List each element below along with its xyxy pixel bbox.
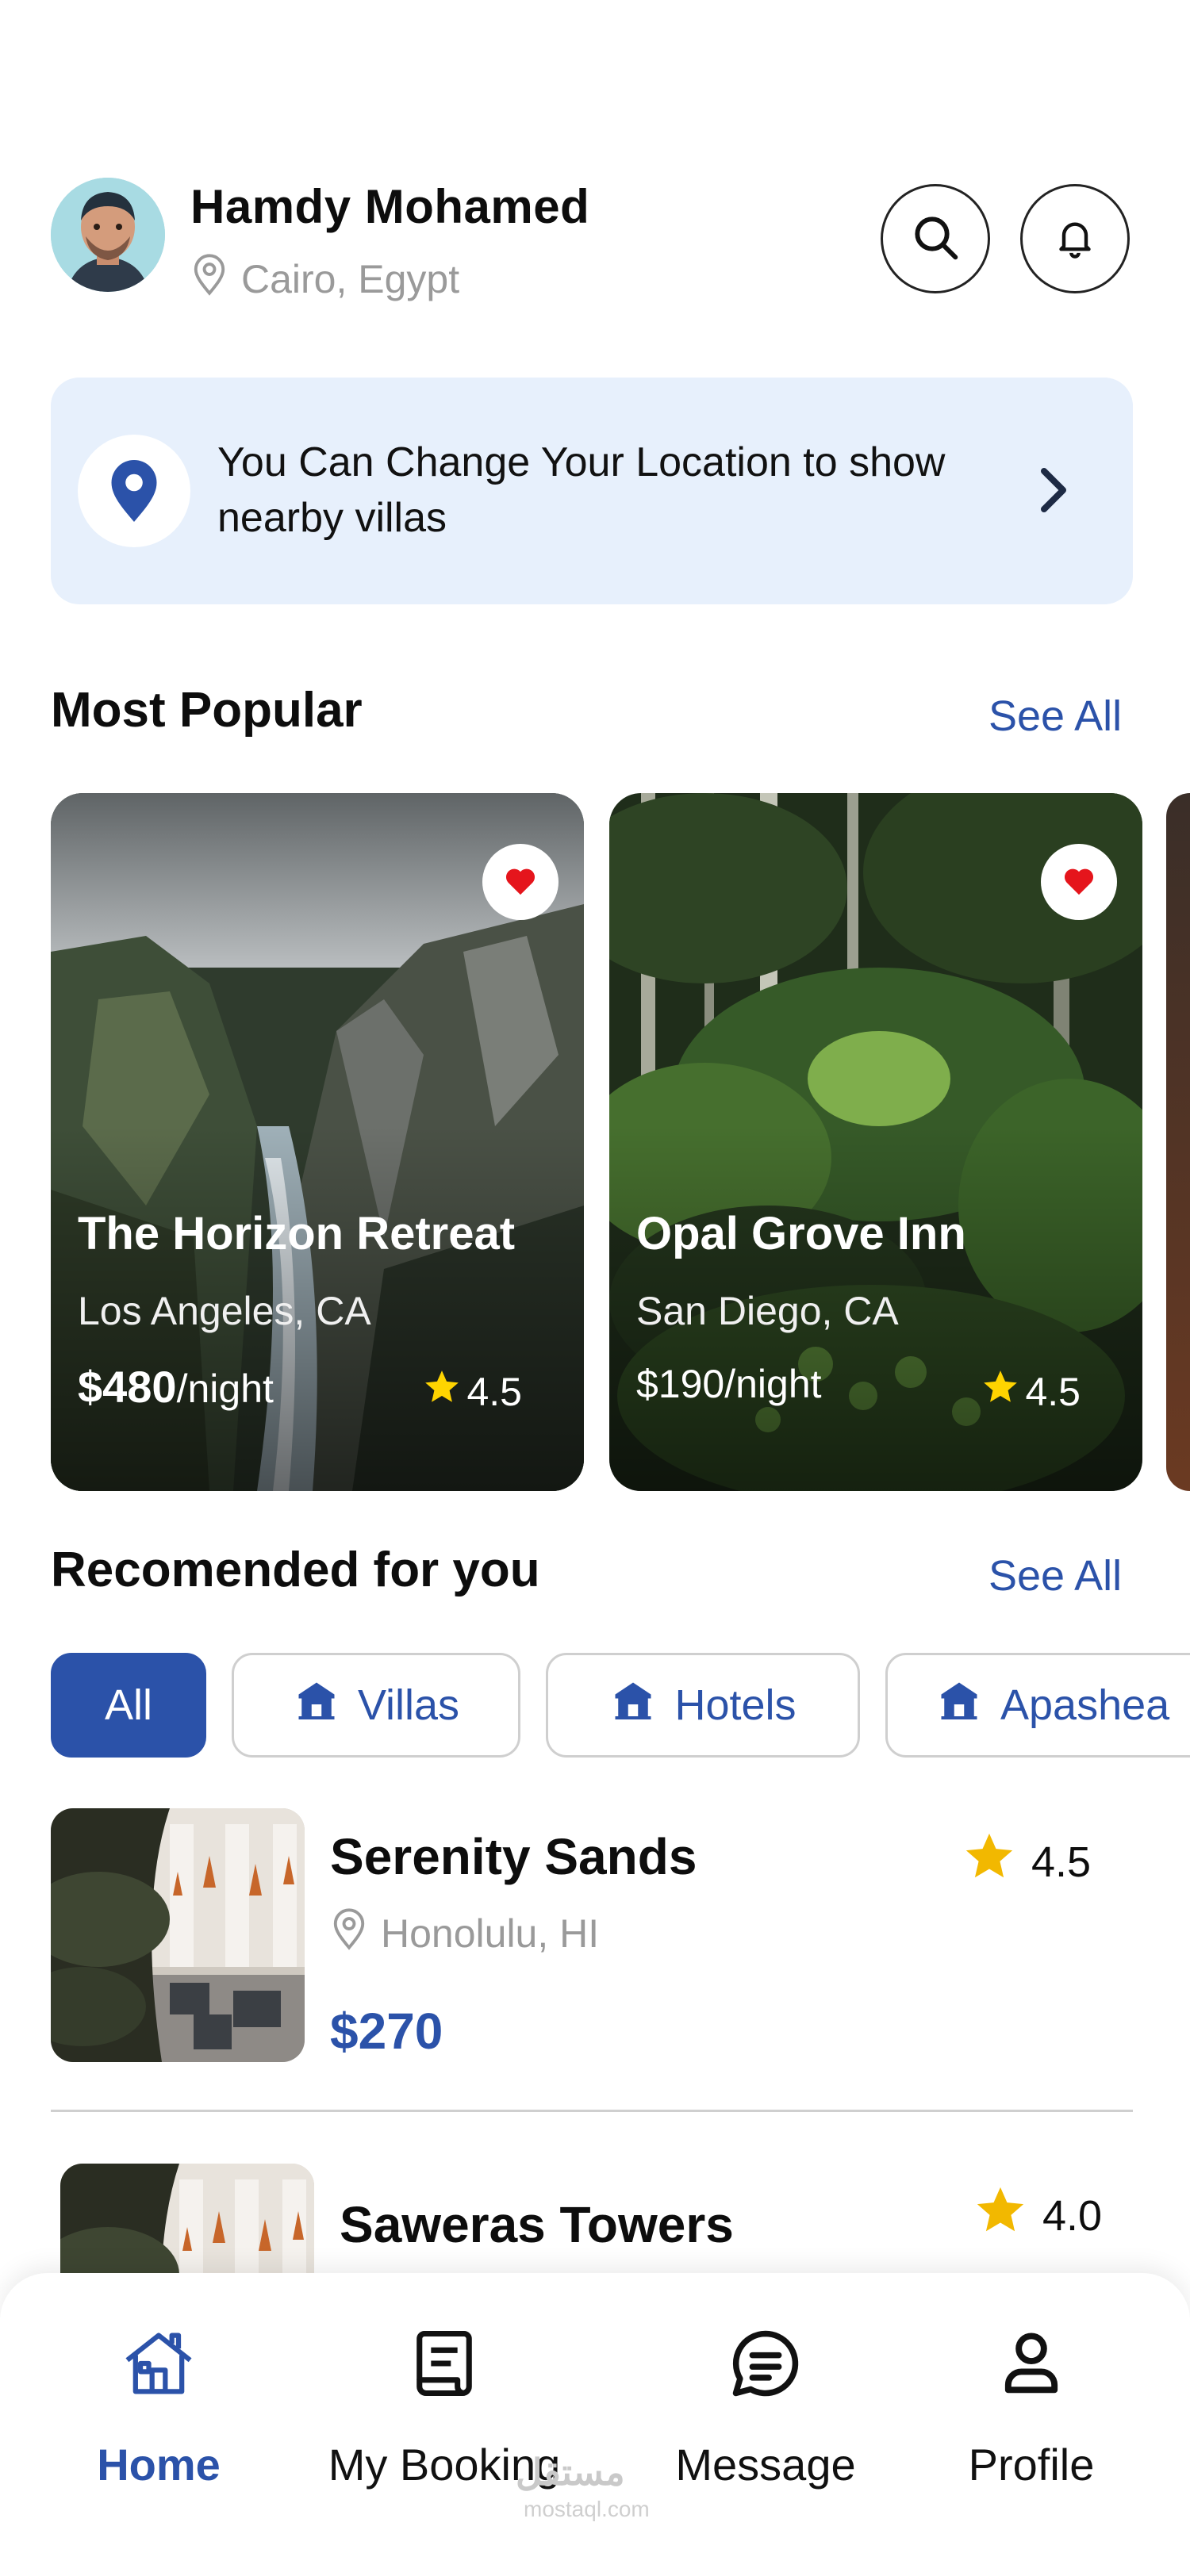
favorite-button[interactable] <box>1041 844 1117 920</box>
item-name: Saweras Towers <box>340 2196 734 2253</box>
bottom-nav: Home My Booking Message Profile <box>0 2273 1190 2576</box>
item-price: $270 <box>330 2003 443 2060</box>
star-icon <box>962 1829 1017 1895</box>
user-location-text: Cairo, Egypt <box>241 257 460 301</box>
popular-card[interactable]: Opal Grove Inn San Diego, CA $190/night … <box>609 793 1142 1491</box>
card-rating-value: 4.5 <box>1025 1370 1081 1414</box>
message-icon <box>726 2324 805 2407</box>
user-location: Cairo, Egypt <box>189 252 459 306</box>
filter-chip-hotels[interactable]: Hotels <box>546 1653 860 1758</box>
star-icon <box>981 1367 1020 1416</box>
building-icon <box>609 1677 657 1735</box>
card-price-amount: $190 <box>636 1362 725 1406</box>
chevron-right-icon <box>1031 462 1076 523</box>
item-rating: 4.5 <box>962 1829 1091 1895</box>
avatar[interactable] <box>51 178 165 292</box>
location-pin-icon <box>189 252 230 306</box>
card-price-unit: /night <box>176 1367 274 1411</box>
filter-chip-villas[interactable]: Villas <box>232 1653 520 1758</box>
building-icon <box>935 1677 983 1735</box>
card-price-amount: $480 <box>78 1362 177 1412</box>
card-rating: 4.5 <box>981 1367 1081 1416</box>
nav-home[interactable]: Home <box>71 2324 246 2490</box>
item-rating-value: 4.5 <box>1031 1838 1092 1886</box>
filter-chip-label: Apashea <box>1000 1681 1170 1729</box>
card-location: Los Angeles, CA <box>78 1289 371 1333</box>
filter-chip-label: All <box>104 1681 152 1729</box>
restaurant-thumbnail[interactable] <box>51 1808 305 2062</box>
card-price: $480/night <box>78 1361 274 1413</box>
nav-profile[interactable]: Profile <box>944 2324 1119 2490</box>
search-icon <box>910 212 961 266</box>
building-icon <box>293 1677 340 1735</box>
card-title: Opal Grove Inn <box>636 1208 966 1259</box>
recommended-title: Recomended for you <box>51 1543 540 1597</box>
nav-label: Home <box>97 2440 221 2490</box>
card-price: $190/night <box>636 1361 822 1407</box>
home-icon <box>119 2324 198 2407</box>
item-rating-value: 4.0 <box>1042 2191 1103 2240</box>
card-rating-value: 4.5 <box>466 1370 522 1414</box>
favorite-button[interactable] <box>482 844 559 920</box>
card-rating: 4.5 <box>422 1367 522 1416</box>
card-title: The Horizon Retreat <box>78 1208 516 1259</box>
filter-chip-all[interactable]: All <box>51 1653 206 1758</box>
nav-label: Message <box>675 2440 856 2490</box>
booking-icon <box>405 2324 484 2407</box>
popular-card-peek[interactable] <box>1166 793 1190 1491</box>
filter-chip-apashea[interactable]: Apashea <box>885 1653 1190 1758</box>
item-location: Honolulu, HI <box>328 1907 599 1961</box>
item-rating: 4.0 <box>973 2183 1102 2248</box>
nav-message[interactable]: Message <box>651 2324 881 2490</box>
location-pin-icon <box>328 1907 370 1961</box>
map-pin-icon <box>78 435 190 547</box>
item-name: Serenity Sands <box>330 1828 697 1885</box>
heart-icon <box>503 864 538 900</box>
notifications-button[interactable] <box>1020 184 1130 293</box>
list-divider <box>51 2110 1133 2112</box>
bell-icon <box>1053 215 1097 263</box>
watermark-url: mostaql.com <box>524 2497 650 2521</box>
most-popular-title: Most Popular <box>51 683 363 738</box>
item-location-text: Honolulu, HI <box>381 1911 600 1956</box>
filter-chip-label: Villas <box>357 1681 460 1729</box>
popular-see-all-link[interactable]: See All <box>988 692 1122 741</box>
star-icon <box>973 2183 1028 2248</box>
filter-chip-label: Hotels <box>674 1681 797 1729</box>
user-icon <box>992 2324 1071 2407</box>
watermark: مستقل <box>516 2451 625 2493</box>
change-location-banner[interactable]: You Can Change Your Location to show nea… <box>51 378 1133 604</box>
nav-label: Profile <box>968 2440 1095 2490</box>
popular-card[interactable]: The Horizon Retreat Los Angeles, CA $480… <box>51 793 584 1491</box>
heart-icon <box>1061 864 1096 900</box>
user-name: Hamdy Mohamed <box>190 180 590 233</box>
search-button[interactable] <box>881 184 990 293</box>
card-price-unit: /night <box>724 1362 822 1406</box>
card-location: San Diego, CA <box>636 1289 899 1333</box>
star-icon <box>422 1367 462 1416</box>
recommended-see-all-link[interactable]: See All <box>988 1551 1122 1600</box>
banner-text: You Can Change Your Location to show nea… <box>217 439 946 541</box>
